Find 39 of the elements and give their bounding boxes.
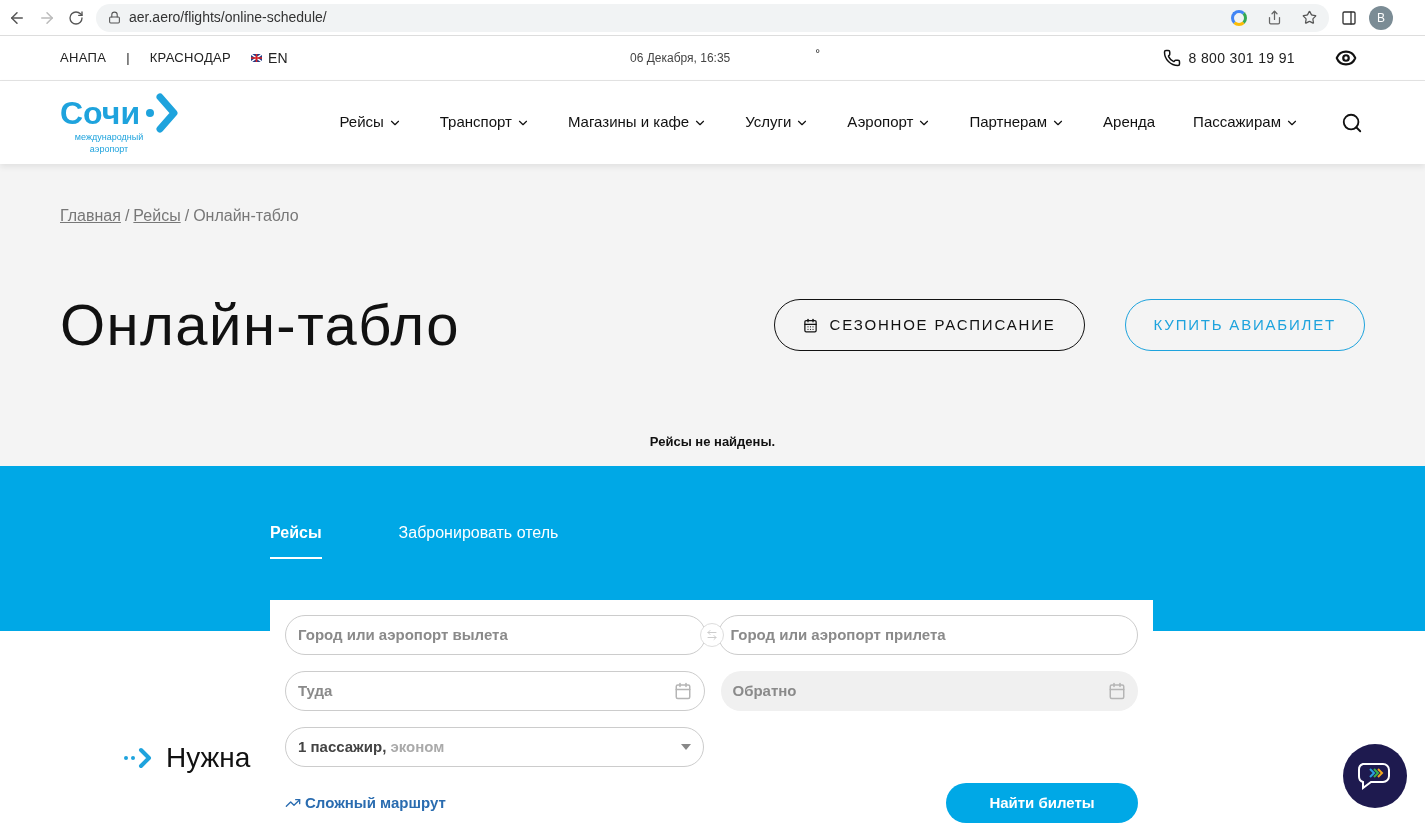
flag-icon[interactable] <box>251 54 263 62</box>
language-link[interactable]: EN <box>268 47 288 69</box>
calendar-icon <box>802 317 818 333</box>
dots-arrow-icon <box>122 746 154 770</box>
section-heading: Нужна <box>166 741 251 775</box>
breadcrumb-link[interactable]: Главная <box>60 204 121 228</box>
date-time: 06 Декабря, 16:35 <box>630 50 731 67</box>
share-icon[interactable] <box>1267 10 1282 25</box>
side-panel-icon[interactable] <box>1341 9 1357 26</box>
breadcrumb-separator: / <box>124 206 130 226</box>
calendar-icon <box>1108 682 1126 700</box>
city-link[interactable]: АНАПА <box>60 48 107 68</box>
lock-icon <box>108 11 121 24</box>
nav-menu-item[interactable]: Магазины и кафе <box>567 111 690 134</box>
breadcrumb-link[interactable]: Рейсы <box>133 204 181 228</box>
logo-arrow-icon <box>144 90 179 135</box>
nav-menu-item[interactable]: Услуги <box>745 111 792 134</box>
address-bar[interactable]: aer.aero/flights/online-schedule/ <box>96 3 1329 32</box>
breadcrumb-separator: / <box>184 206 190 226</box>
dropdown-caret-icon <box>681 744 691 750</box>
temperature: ° <box>815 46 821 63</box>
nav-menu-item[interactable]: Рейсы <box>339 111 384 134</box>
separator: | <box>126 49 130 68</box>
nav-menu-item[interactable]: Аэропорт <box>847 111 914 134</box>
no-flights-message: Рейсы не найдены. <box>649 432 776 451</box>
nav-menu-item[interactable]: Партнерам <box>969 111 1048 134</box>
nav-menu-item[interactable]: Транспорт <box>439 111 512 134</box>
city-link[interactable]: КРАСНОДАР <box>149 48 232 68</box>
nav-menu-item[interactable]: Аренда <box>1103 111 1156 134</box>
phone-icon <box>1162 49 1181 67</box>
nav-menu-item[interactable]: Пассажирам <box>1193 111 1281 134</box>
phone-number[interactable]: 8 800 301 19 91 <box>1188 47 1295 69</box>
complex-route-link[interactable]: Сложный маршрут <box>285 791 446 815</box>
page-title: Онлайн-табло <box>60 296 461 354</box>
reload-icon[interactable] <box>68 9 84 26</box>
calendar-icon <box>673 682 692 700</box>
bookmark-star-icon[interactable] <box>1302 10 1317 25</box>
search-icon[interactable] <box>1341 111 1363 134</box>
breadcrumb-current: Онлайн-табло <box>193 206 299 226</box>
